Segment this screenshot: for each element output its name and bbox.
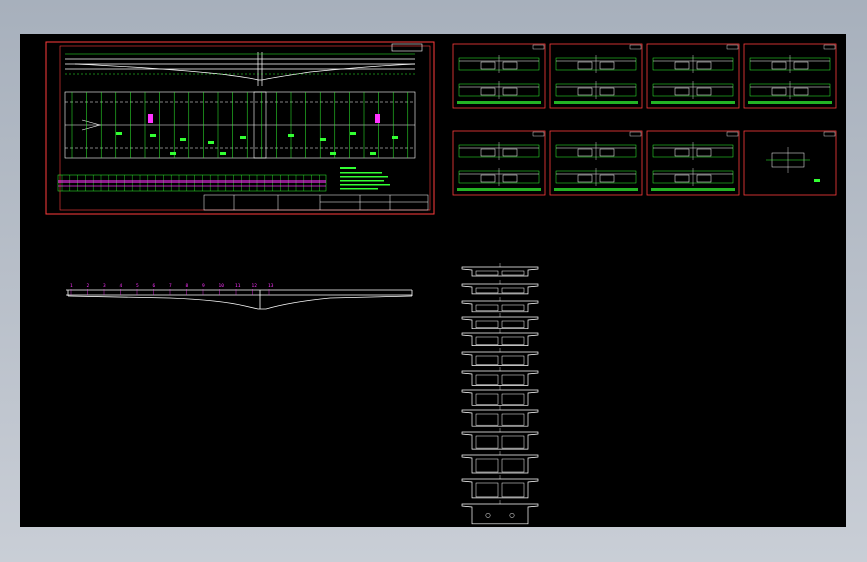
node-mark-label: 2 xyxy=(87,283,90,289)
node-mark-label: 6 xyxy=(153,283,156,289)
notes-block xyxy=(340,167,390,190)
cross-section-13[interactable] xyxy=(461,500,539,525)
node-mark-label: 5 xyxy=(136,283,139,289)
cross-section-11[interactable] xyxy=(461,451,539,474)
cad-drawing: 1 2 3 4 5 6 7 8 9 10 11 12 13 xyxy=(45,41,837,525)
detail-sheet-2[interactable] xyxy=(549,43,643,109)
node-mark-label: 3 xyxy=(103,283,106,289)
cross-section-2[interactable] xyxy=(461,280,539,295)
cross-section-stack[interactable] xyxy=(461,263,539,525)
title-block xyxy=(203,194,429,211)
main-plan-view xyxy=(64,91,416,159)
quantity-schedule xyxy=(57,174,327,192)
node-mark-label: 12 xyxy=(252,283,258,289)
cross-section-10[interactable] xyxy=(461,428,539,450)
plan-annotation-marks xyxy=(116,132,398,155)
cross-section-4[interactable] xyxy=(461,313,539,330)
plan-highlight-left xyxy=(148,114,153,123)
node-mark-label: 9 xyxy=(202,283,205,289)
node-mark-label: 1 xyxy=(70,283,73,289)
detail-sheet-8[interactable] xyxy=(743,130,837,196)
plan-highlight-right xyxy=(375,114,380,123)
elevation-girder xyxy=(66,289,413,310)
cross-section-12[interactable] xyxy=(461,475,539,499)
elevation-outline[interactable]: 1 2 3 4 5 6 7 8 9 10 11 12 13 xyxy=(66,283,413,310)
cross-section-1[interactable] xyxy=(461,263,539,277)
cross-section-7[interactable] xyxy=(461,367,539,386)
cross-section-8[interactable] xyxy=(461,386,539,406)
cross-section-6[interactable] xyxy=(461,348,539,366)
detail-sheet-7[interactable] xyxy=(646,130,740,196)
node-mark-label: 13 xyxy=(268,283,274,289)
cross-section-9[interactable] xyxy=(461,406,539,427)
cross-section-5[interactable] xyxy=(461,329,539,346)
elevation-node-marks: 1 2 3 4 5 6 7 8 9 10 11 12 13 xyxy=(70,283,274,295)
sheet-label-box xyxy=(391,43,423,52)
main-elevation-view xyxy=(65,52,416,86)
detail-sheet-5[interactable] xyxy=(452,130,546,196)
detail-sheet-6[interactable] xyxy=(549,130,643,196)
node-mark-label: 10 xyxy=(219,283,225,289)
detail-sheet-4[interactable] xyxy=(743,43,837,109)
node-mark-label: 8 xyxy=(186,283,189,289)
detail-sheet-1[interactable] xyxy=(452,43,546,109)
cross-section-3[interactable] xyxy=(461,297,539,313)
node-mark-label: 7 xyxy=(169,283,172,289)
cad-drawing-canvas[interactable]: 1 2 3 4 5 6 7 8 9 10 11 12 13 xyxy=(20,34,846,527)
detail-sheet-grid xyxy=(452,43,837,196)
node-mark-label: 4 xyxy=(120,283,123,289)
node-mark-label: 11 xyxy=(235,283,241,289)
detail-sheet-3[interactable] xyxy=(646,43,740,109)
main-sheet[interactable] xyxy=(45,41,435,215)
